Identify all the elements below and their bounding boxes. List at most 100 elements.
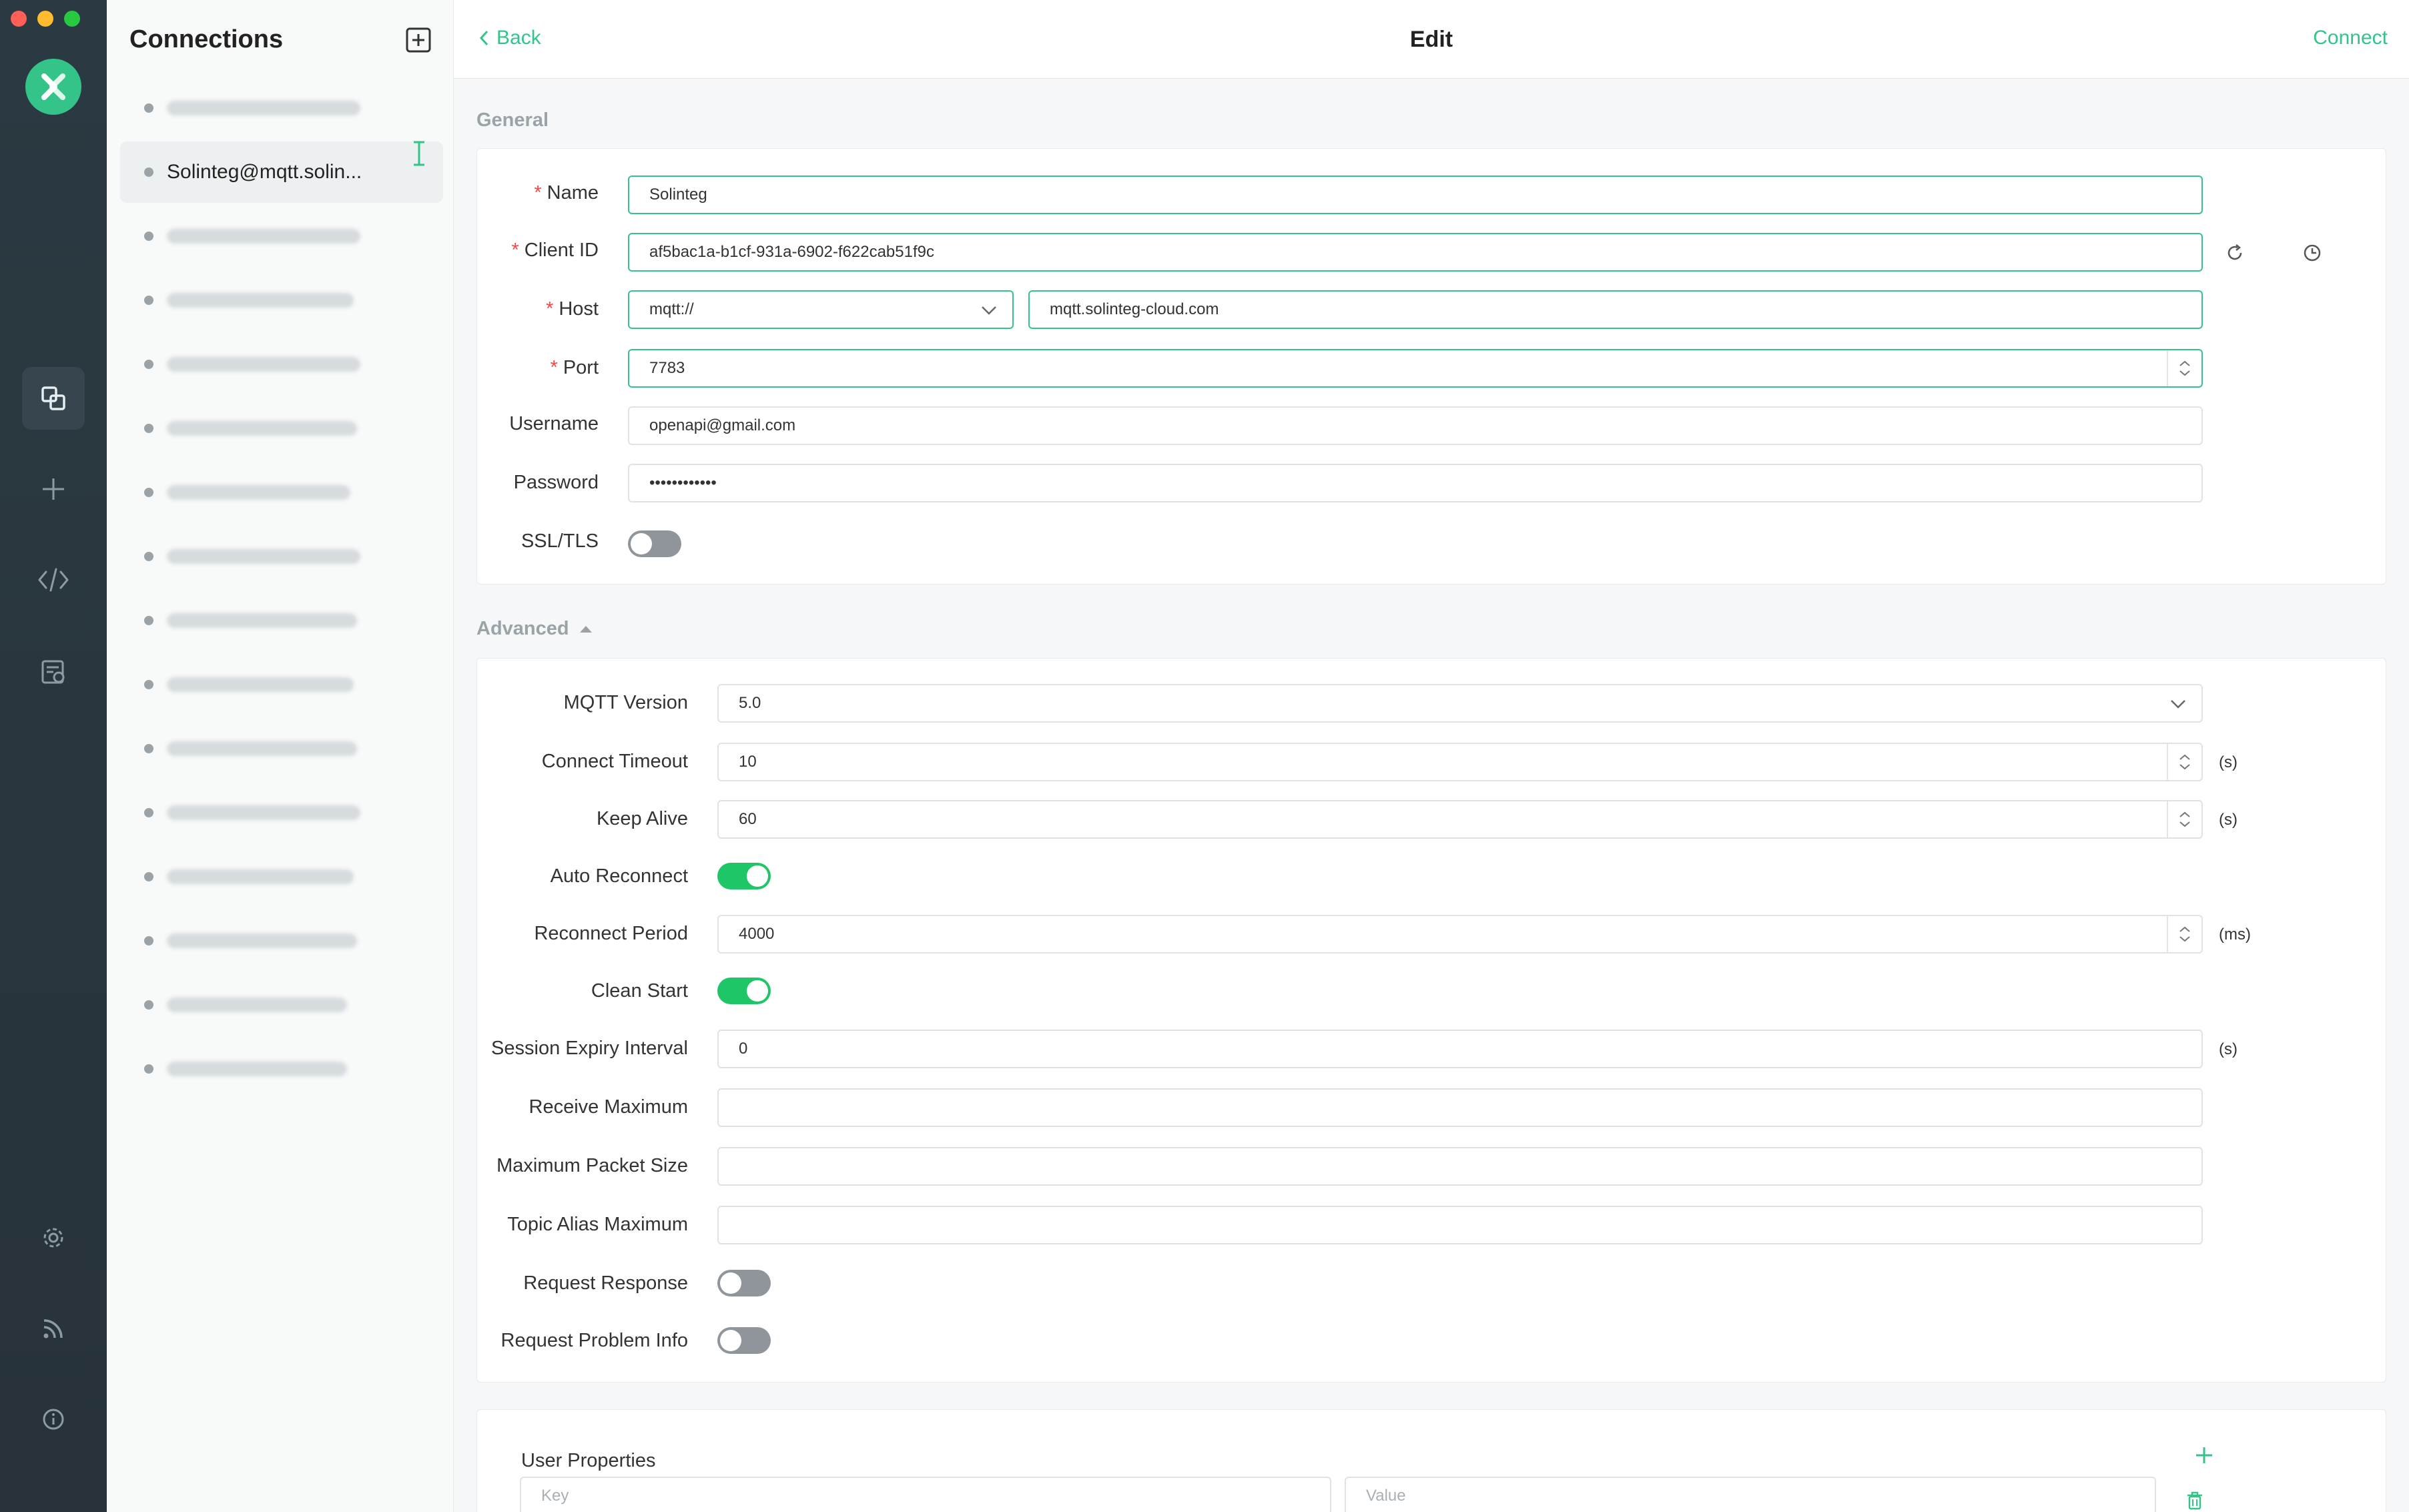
trash-icon (2187, 1491, 2202, 1510)
request-problem-info-toggle[interactable] (717, 1327, 771, 1354)
plus-icon (2196, 1447, 2212, 1463)
nav-connections-button[interactable] (22, 367, 85, 430)
connection-item-blurred[interactable] (120, 334, 443, 395)
name-input[interactable]: Solinteg (628, 175, 2203, 214)
mqttx-logo-icon (25, 59, 81, 115)
port-input[interactable]: 7783 (628, 349, 2203, 388)
request-response-label: Request Response (523, 1272, 688, 1294)
clean-start-label: Clean Start (591, 980, 688, 1002)
mqtt-version-select[interactable]: 5.0 (717, 684, 2203, 723)
refresh-client-id-button[interactable] (2223, 241, 2247, 265)
nav-about-button[interactable] (22, 1388, 85, 1451)
auto-reconnect-toggle[interactable] (717, 863, 771, 889)
chevron-down-icon (2171, 700, 2185, 709)
connection-item-blurred[interactable] (120, 654, 443, 715)
username-label: Username (509, 413, 599, 434)
topic-alias-max-input[interactable] (717, 1206, 2203, 1244)
port-stepper[interactable] (2167, 350, 2201, 386)
add-connection-button[interactable] (405, 27, 432, 53)
window-zoom-button[interactable] (64, 11, 80, 27)
session-expiry-unit: (s) (2219, 1040, 2238, 1058)
gear-icon (43, 1228, 63, 1248)
reconnect-period-unit: (ms) (2219, 925, 2251, 943)
window-minimize-button[interactable] (37, 11, 53, 27)
request-response-toggle[interactable] (717, 1270, 771, 1296)
receive-maximum-input[interactable] (717, 1088, 2203, 1127)
connection-item-blurred[interactable] (120, 974, 443, 1036)
connection-item-blurred[interactable] (120, 718, 443, 779)
connect-timeout-unit: (s) (2219, 753, 2238, 771)
receive-maximum-label: Receive Maximum (529, 1096, 689, 1118)
advanced-section-header[interactable]: Advanced (476, 618, 593, 640)
nav-new-connection-button[interactable] (22, 458, 85, 520)
keep-alive-unit: (s) (2219, 811, 2238, 829)
connection-item-blurred[interactable] (120, 398, 443, 459)
user-property-key-input[interactable]: Key (520, 1477, 1331, 1512)
connection-item-blurred[interactable] (120, 526, 443, 587)
connect-timeout-input[interactable]: 10 (717, 743, 2203, 781)
connection-item-blurred[interactable] (120, 206, 443, 267)
plus-icon (43, 478, 64, 500)
session-expiry-label: Session Expiry Interval (491, 1038, 688, 1059)
nav-settings-button[interactable] (22, 1206, 85, 1269)
add-user-property-button[interactable] (2192, 1443, 2216, 1467)
ssl-tls-toggle[interactable] (628, 530, 681, 557)
connections-title: Connections (129, 25, 284, 53)
nav-script-button[interactable] (22, 548, 85, 611)
keep-alive-input[interactable]: 60 (717, 800, 2203, 839)
connections-icon (41, 386, 65, 410)
connection-item-blurred[interactable] (120, 846, 443, 907)
password-input[interactable]: •••••••••••• (628, 464, 2203, 502)
max-packet-size-label: Maximum Packet Size (496, 1155, 688, 1176)
connection-item-blurred[interactable] (120, 910, 443, 972)
ssl-tls-label: SSL/TLS (521, 530, 599, 552)
keep-alive-label: Keep Alive (596, 808, 688, 829)
code-icon (38, 568, 69, 592)
connection-item-blurred[interactable] (120, 1038, 443, 1100)
connect-button[interactable]: Connect (2313, 27, 2388, 49)
window-close-button[interactable] (11, 11, 27, 27)
reconnect-period-stepper[interactable] (2167, 916, 2201, 952)
nav-log-button[interactable] (22, 641, 85, 703)
info-icon (43, 1409, 64, 1430)
connection-item-solinteg[interactable]: Solinteg@mqtt.solin... (120, 141, 443, 203)
general-section-title: General (476, 109, 549, 131)
keep-alive-stepper[interactable] (2167, 801, 2201, 837)
clean-start-toggle[interactable] (717, 978, 771, 1004)
username-input[interactable]: openapi@gmail.com (628, 406, 2203, 445)
client-id-input[interactable]: af5bac1a-b1cf-931a-6902-f622cab51f9c (628, 233, 2203, 272)
refresh-icon (2227, 244, 2242, 260)
client-id-label: * Client ID (511, 240, 599, 261)
advanced-card: MQTT Version 5.0 Connect Timeout 10 (s) … (476, 658, 2386, 1383)
auto-reconnect-label: Auto Reconnect (550, 865, 688, 887)
session-expiry-input[interactable]: 0 (717, 1030, 2203, 1068)
status-dot (144, 167, 153, 177)
reconnect-period-input[interactable]: 4000 (717, 915, 2203, 954)
connect-timeout-stepper[interactable] (2167, 744, 2201, 780)
connections-panel: Connections Solinteg@mqtt.solin... (107, 0, 454, 1512)
edit-form: General * Name Solinteg * Client ID af5bac… (454, 79, 2409, 1512)
nav-subscribe-button[interactable] (22, 1297, 85, 1360)
max-packet-size-input[interactable] (717, 1147, 2203, 1186)
delete-user-property-button[interactable] (2183, 1489, 2207, 1512)
topic-alias-max-label: Topic Alias Maximum (507, 1214, 688, 1235)
protocol-select[interactable]: mqtt:// (628, 290, 1014, 329)
chevron-left-icon (479, 30, 488, 46)
user-property-value-input[interactable]: Value (1345, 1477, 2156, 1512)
page-title: Edit (1409, 27, 1453, 52)
connect-timeout-label: Connect Timeout (541, 751, 688, 772)
user-properties-title: User Properties (521, 1450, 656, 1471)
connection-item-blurred[interactable] (120, 270, 443, 331)
port-label: * Port (550, 357, 599, 378)
add-connection-icon (406, 27, 431, 53)
connection-item-blurred[interactable] (120, 590, 443, 651)
back-button[interactable]: Back (478, 27, 541, 49)
connection-item-blurred[interactable] (120, 77, 443, 139)
host-input[interactable]: mqtt.solinteg-cloud.com (1028, 290, 2203, 329)
connection-item-blurred[interactable] (120, 462, 443, 523)
connection-label: Solinteg@mqtt.solin... (167, 161, 362, 183)
user-properties-card: User Properties Key Value (476, 1409, 2386, 1512)
connection-item-blurred[interactable] (120, 782, 443, 843)
nav-rail (0, 0, 107, 1512)
client-id-time-button[interactable] (2300, 241, 2324, 265)
